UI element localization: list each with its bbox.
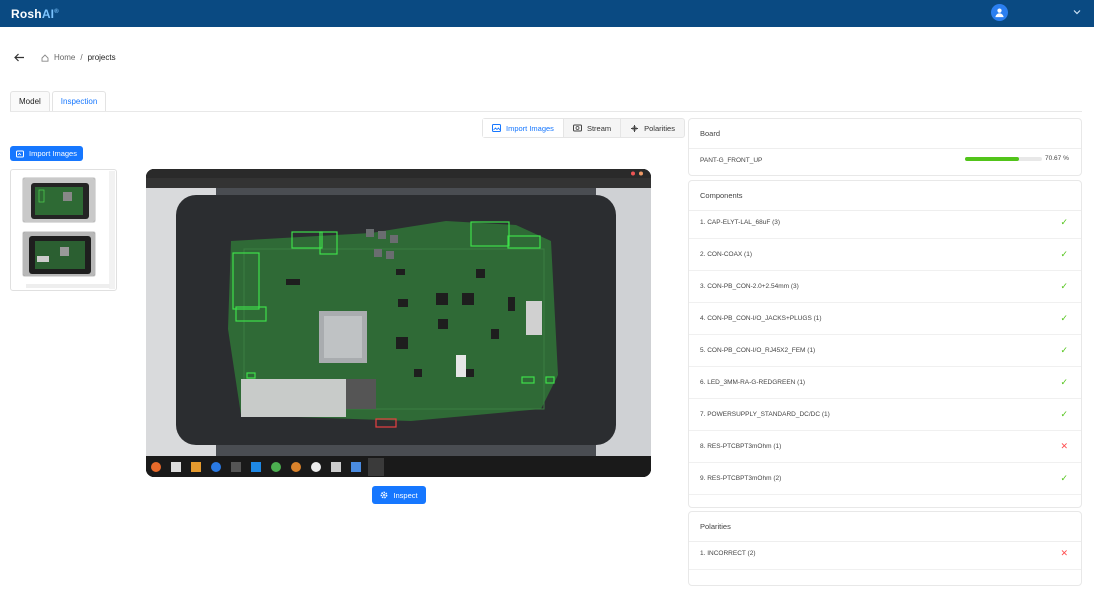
board-progress-fill xyxy=(965,157,1020,161)
polarities-icon xyxy=(631,124,639,132)
list-item[interactable]: 3. CON-PB_CON-2.0+2.54mm (3) ✓ xyxy=(689,271,1081,303)
mode-stream-label: Stream xyxy=(586,123,612,133)
home-icon[interactable] xyxy=(41,53,49,62)
list-item-label: 3. CON-PB_CON-2.0+2.54mm (3) xyxy=(700,283,799,290)
board-progress-bar xyxy=(965,157,1042,161)
import-images-button-label: Import Images xyxy=(29,149,77,158)
list-item-label: 6. LED_3MM-RA-G-REDGREEN (1) xyxy=(700,379,806,386)
mode-polarities[interactable]: Polarities xyxy=(621,119,684,137)
list-item-label: 2. CON-COAX (1) xyxy=(700,251,753,258)
pcb-inspection-image xyxy=(146,169,651,477)
list-item-label: 8. RES-PTCBPT3mOhm (1) xyxy=(700,443,782,450)
breadcrumb-home[interactable]: Home xyxy=(54,53,75,62)
brand-mark: ® xyxy=(54,9,59,15)
board-card-title: Board xyxy=(689,119,1081,149)
check-icon: ✓ xyxy=(1060,217,1068,227)
list-item[interactable]: 1. CAP-ELYT-LAL_68uF (3) ✓ xyxy=(689,207,1081,239)
list-item-label: 1. CAP-ELYT-LAL_68uF (3) xyxy=(700,219,781,226)
list-item-label: 5. CON-PB_CON-I/O_RJ45X2_FEM (1) xyxy=(700,347,816,354)
thumbnail-list xyxy=(10,169,117,291)
check-icon: ✓ xyxy=(1060,313,1068,323)
polarities-card: Polarities 1. INCORRECT (2) ✕ xyxy=(688,511,1082,586)
list-item[interactable]: 2. CON-COAX (1) ✓ xyxy=(689,239,1081,271)
brand-ai: AI xyxy=(41,7,55,21)
list-item[interactable]: 8. RES-PTCBPT3mOhm (1) ✕ xyxy=(689,431,1081,463)
brand-main: Rosh xyxy=(11,7,42,21)
board-progress-label: 70.67 % xyxy=(1045,155,1069,162)
mode-stream[interactable]: Stream xyxy=(564,119,622,137)
list-item-label: 9. RES-PTCBPT3mOhm (2) xyxy=(700,475,782,482)
list-item[interactable]: 7. POWERSUPPLY_STANDARD_DC/DC (1) ✓ xyxy=(689,399,1081,431)
breadcrumb-current: projects xyxy=(87,53,116,62)
inspect-button[interactable]: Inspect xyxy=(372,486,426,504)
mode-import-images-label: Import Images xyxy=(506,123,554,133)
check-icon: ✓ xyxy=(1060,377,1068,387)
components-card: Components 1. CAP-ELYT-LAL_68uF (3) ✓ 2. C… xyxy=(688,180,1082,508)
cross-icon: ✕ xyxy=(1060,548,1068,558)
check-icon: ✓ xyxy=(1060,345,1068,355)
user-icon xyxy=(995,8,1004,18)
back-arrow-icon[interactable] xyxy=(14,53,25,62)
account-menu-chevron-down-icon[interactable] xyxy=(1071,6,1083,18)
check-icon: ✓ xyxy=(1060,409,1068,419)
list-item[interactable]: 6. LED_3MM-RA-G-REDGREEN (1) ✓ xyxy=(689,367,1081,399)
upload-icon xyxy=(16,150,25,157)
list-item-label: 4. CON-PB_CON-I/O_JACKS+PLUGS (1) xyxy=(700,315,822,322)
brand-logo[interactable]: RoshAI® xyxy=(11,7,59,21)
check-icon: ✓ xyxy=(1060,281,1068,291)
thumbnail-horizontal-scrollbar[interactable] xyxy=(26,284,110,288)
check-icon: ✓ xyxy=(1060,473,1068,483)
image-icon xyxy=(492,124,501,132)
check-icon: ✓ xyxy=(1060,249,1068,259)
top-bar: RoshAI® xyxy=(0,0,1094,27)
thumbnail-image[interactable] xyxy=(22,177,96,223)
import-images-button[interactable]: Import Images xyxy=(10,146,83,161)
thumbnail-vertical-scrollbar[interactable] xyxy=(109,171,115,289)
list-item[interactable]: 1. INCORRECT (2) ✕ xyxy=(689,538,1081,570)
tab-model[interactable]: Model xyxy=(10,91,50,111)
list-item-label: 1. INCORRECT (2) xyxy=(700,550,756,557)
inspect-button-label: Inspect xyxy=(393,490,418,500)
mode-polarities-label: Polarities xyxy=(644,123,675,133)
inspection-image-viewer[interactable] xyxy=(146,169,651,477)
list-item[interactable]: 5. CON-PB_CON-I/O_RJ45X2_FEM (1) ✓ xyxy=(689,335,1081,367)
list-item-label: 7. POWERSUPPLY_STANDARD_DC/DC (1) xyxy=(700,411,830,418)
list-item[interactable]: 4. CON-PB_CON-I/O_JACKS+PLUGS (1) ✓ xyxy=(689,303,1081,335)
user-avatar[interactable] xyxy=(991,4,1008,21)
mode-import-images[interactable]: Import Images xyxy=(483,119,564,137)
stream-icon xyxy=(572,124,582,132)
mode-segmented-control: Import Images Stream Polarities xyxy=(482,118,685,138)
cross-icon: ✕ xyxy=(1060,441,1068,451)
tab-bar: Model Inspection xyxy=(10,91,1082,112)
breadcrumb-separator: / xyxy=(80,53,83,62)
thumbnail-image[interactable] xyxy=(22,231,96,277)
gear-icon xyxy=(381,491,388,499)
breadcrumb: Home / projects xyxy=(14,53,116,62)
list-item[interactable]: 9. RES-PTCBPT3mOhm (2) ✓ xyxy=(689,463,1081,495)
tab-inspection[interactable]: Inspection xyxy=(51,91,107,111)
board-name: PANT-G_FRONT_UP xyxy=(700,157,763,164)
board-card: Board PANT-G_FRONT_UP 70.67 % xyxy=(688,118,1082,176)
